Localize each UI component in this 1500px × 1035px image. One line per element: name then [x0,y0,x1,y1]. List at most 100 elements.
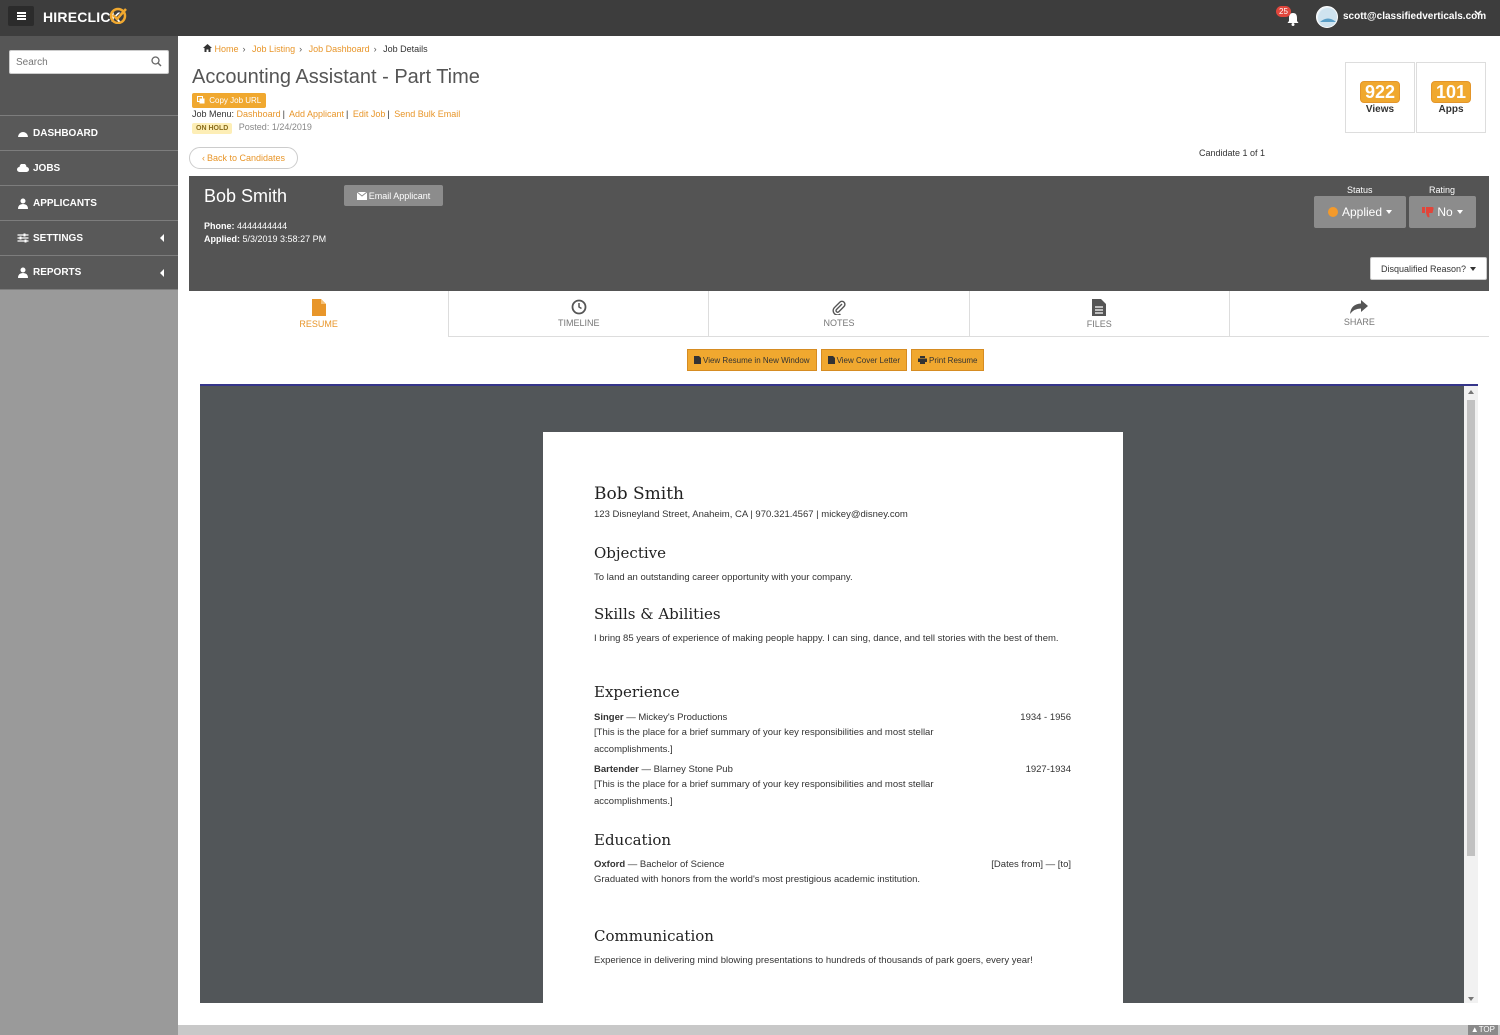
resume-education-row: Oxford — Bachelor of Science [Dates from… [594,859,1071,870]
sidebar-item-label: APPLICANTS [33,197,97,209]
resume-education-desc: Graduated with honors from the world's m… [594,874,921,885]
main-content: Home › Job Listing › Job Dashboard › Job De… [178,36,1500,1025]
copy-icon [197,96,205,104]
views-stat: 922 Views [1345,62,1415,133]
candidate-counter: Candidate 1 of 1 [1199,148,1266,158]
footer-strip [178,1025,1500,1035]
view-resume-new-window-button[interactable]: View Resume in New Window [687,349,817,371]
resume-heading-skills: Skills & Abilities [594,605,721,623]
job-menu-bulk-email-link[interactable]: Send Bulk Email [394,109,460,119]
print-resume-button[interactable]: Print Resume [911,349,985,371]
cloud-icon [17,163,29,172]
rating-label: Rating [1429,185,1456,195]
job-menu-dashboard-link[interactable]: Dashboard [237,109,281,119]
copy-job-url-button[interactable]: Copy Job URL [192,93,267,108]
status-dot-icon [1327,207,1338,217]
tab-files[interactable]: FILES [968,291,1229,337]
resume-viewer[interactable]: Bob Smith 123 Disneyland Street, Anaheim… [200,384,1478,1003]
disqualified-reason-dropdown[interactable]: Disqualified Reason? [1370,257,1487,280]
search-icon[interactable] [151,56,162,67]
sidebar-item-jobs[interactable]: JOBS [0,150,178,185]
status-dropdown[interactable]: Applied [1314,196,1406,228]
status-label: Status [1347,185,1373,195]
candidate-panel: Bob Smith Email Applicant Phone: 4444444… [189,176,1489,291]
tab-resume[interactable]: RESUME [189,291,448,337]
hamburger-menu-button[interactable] [8,6,34,26]
breadcrumb-current: Job Details [383,44,428,54]
status-badge: ON HOLD [192,123,233,134]
breadcrumb-job-listing[interactable]: Job Listing [252,44,295,54]
files-icon [1092,298,1107,316]
sliders-icon [17,233,29,243]
envelope-icon [356,191,367,200]
scroll-down-icon[interactable] [1468,997,1474,1001]
scrollbar-thumb[interactable] [1467,400,1475,856]
scroll-up-icon[interactable] [1468,390,1474,394]
apps-count: 101 [1430,81,1472,103]
view-cover-letter-button[interactable]: View Cover Letter [820,349,907,371]
resume-page: Bob Smith 123 Disneyland Street, Anaheim… [543,432,1123,1003]
search-input[interactable] [10,51,140,73]
viewer-scrollbar[interactable] [1464,386,1478,1003]
resume-job-summary: [This is the place for a brief summary o… [594,779,934,807]
resume-heading-experience: Experience [594,683,680,701]
candidate-name: Bob Smith [204,186,288,206]
notifications-button[interactable]: 25 [1276,6,1300,30]
resume-heading-communication: Communication [594,927,714,945]
candidate-phone: 4444444444 [237,221,288,231]
sidebar-item-settings[interactable]: SETTINGS [0,220,178,255]
sidebar-item-label: JOBS [33,162,61,174]
candidate-tabs: RESUME TIMELINE NOTES FILES SHARE [189,291,1490,337]
sidebar-item-label: DASHBOARD [33,127,98,139]
candidate-applied-date: 5/3/2019 3:58:27 PM [242,234,327,244]
top-bar: HIRECLICK 25 scott@classifiedverticals.c… [0,0,1500,36]
resume-job-row: Singer — Mickey's Productions 1934 - 195… [594,712,1071,723]
job-menu-edit-job-link[interactable]: Edit Job [353,109,386,119]
tab-timeline[interactable]: TIMELINE [448,291,709,337]
apps-stat: 101 Apps [1416,62,1486,133]
breadcrumb-job-dashboard[interactable]: Job Dashboard [309,44,370,54]
breadcrumb-home[interactable]: Home [215,44,239,54]
resume-job-row: Bartender — Blarney Stone Pub 1927-1934 [594,764,1071,775]
sidebar-item-dashboard[interactable]: DASHBOARD [0,115,178,150]
file-icon [827,356,835,364]
back-to-top-button[interactable]: ▲TOP [1467,1025,1498,1035]
page-title: Accounting Assistant - Part Time [192,66,480,88]
caret-left-icon [160,269,164,277]
job-menu-add-applicant-link[interactable]: Add Applicant [289,109,344,119]
home-icon [203,44,212,52]
breadcrumb: Home › Job Listing › Job Dashboard › Job De… [203,44,428,54]
tab-notes[interactable]: NOTES [708,291,969,337]
posted-date: Posted: 1/24/2019 [238,122,312,132]
resume-skills: I bring 85 years of experience of making… [594,633,1059,644]
sidebar-item-label: SETTINGS [33,232,84,244]
file-icon [694,356,701,364]
resume-objective: To land an outstanding career opportunit… [594,572,853,583]
resume-actions: View Resume in New Window View Cover Let… [687,349,985,371]
thumbs-down-icon [1422,206,1434,217]
clock-icon [571,299,587,315]
paperclip-icon [832,300,846,315]
user-email[interactable]: scott@classifiedverticals.com [1343,11,1486,22]
tab-share[interactable]: SHARE [1228,291,1490,337]
file-icon [311,299,326,316]
print-icon [918,356,927,364]
job-menu: Job Menu: Dashboard | Add Applicant | Edit… [192,109,461,119]
resume-communication: Experience in delivering mind blowing pr… [594,955,1033,966]
back-to-candidates-button[interactable]: ‹ Back to Candidates [189,147,298,169]
search-box [9,50,169,74]
rating-dropdown[interactable]: No [1409,196,1476,228]
sidebar-item-reports[interactable]: REPORTS [0,255,178,290]
resume-name: Bob Smith [594,484,684,504]
user-icon [18,267,28,278]
resume-heading-objective: Objective [594,544,667,562]
notification-count-badge: 25 [1276,6,1291,17]
sidebar-item-applicants[interactable]: APPLICANTS [0,185,178,220]
chevron-down-icon[interactable] [1474,9,1482,20]
resume-heading-education: Education [594,831,672,849]
dashboard-icon [18,132,28,137]
email-applicant-button[interactable]: Email Applicant [344,185,443,206]
sidebar: DASHBOARD JOBS APPLICANTS SETTINGS REPOR… [0,36,178,1035]
avatar[interactable] [1316,6,1338,28]
share-icon [1350,300,1369,314]
